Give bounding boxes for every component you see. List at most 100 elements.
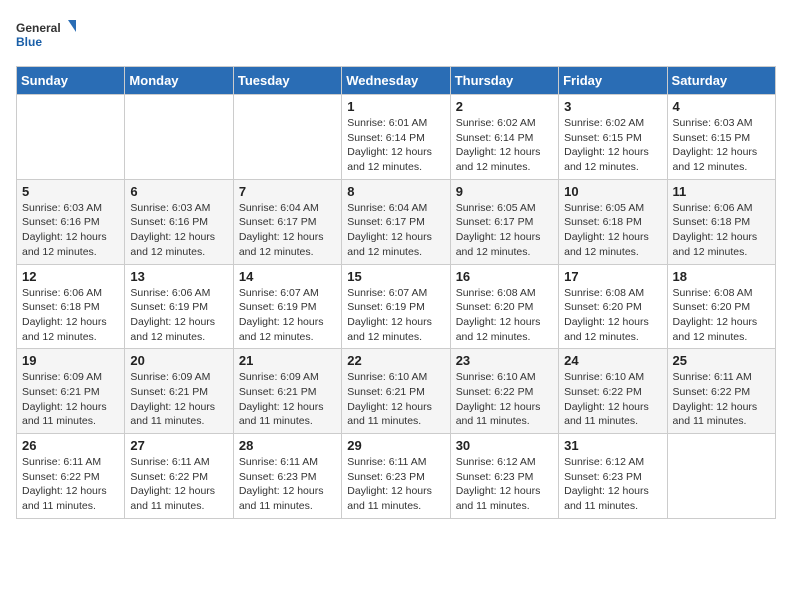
logo: General Blue (16, 16, 76, 56)
weekday-row: SundayMondayTuesdayWednesdayThursdayFrid… (17, 67, 776, 95)
page-header: General Blue (16, 16, 776, 56)
calendar-cell: 10Sunrise: 6:05 AMSunset: 6:18 PMDayligh… (559, 179, 667, 264)
calendar-cell: 31 Sunrise: 6:12 AMSunset: 6:23 PMDayligh… (559, 434, 667, 519)
calendar-cell: 1Sunrise: 6:01 AMSunset: 6:14 PMDaylight… (342, 95, 450, 180)
day-info: Sunrise: 6:08 AMSunset: 6:20 PMDaylight:… (673, 286, 770, 345)
calendar-cell: 3 Sunrise: 6:02 AMSunset: 6:15 PMDaylight… (559, 95, 667, 180)
calendar-cell: 24 Sunrise: 6:10 AMSunset: 6:22 PMDayligh… (559, 349, 667, 434)
day-info: Sunrise: 6:01 AMSunset: 6:14 PMDaylight:… (347, 116, 444, 175)
day-number: 23 (456, 353, 553, 368)
weekday-header-tuesday: Tuesday (233, 67, 341, 95)
day-info: Sunrise: 6:05 AMSunset: 6:17 PMDaylight:… (456, 201, 553, 260)
calendar-cell: 6Sunrise: 6:03 AMSunset: 6:16 PMDaylight… (125, 179, 233, 264)
day-number: 19 (22, 353, 119, 368)
day-number: 14 (239, 269, 336, 284)
calendar-cell: 26 Sunrise: 6:11 AMSunset: 6:22 PMDayligh… (17, 434, 125, 519)
calendar-cell: 12 Sunrise: 6:06 AMSunset: 6:18 PMDayligh… (17, 264, 125, 349)
day-number: 8 (347, 184, 444, 199)
calendar-table: SundayMondayTuesdayWednesdayThursdayFrid… (16, 66, 776, 519)
day-number: 20 (130, 353, 227, 368)
day-info: Sunrise: 6:12 AMSunset: 6:23 PMDaylight:… (564, 455, 661, 514)
week-row-4: 19 Sunrise: 6:09 AMSunset: 6:21 PMDayligh… (17, 349, 776, 434)
day-number: 2 (456, 99, 553, 114)
day-info: Sunrise: 6:04 AMSunset: 6:17 PMDaylight:… (347, 201, 444, 260)
calendar-cell (125, 95, 233, 180)
day-number: 30 (456, 438, 553, 453)
calendar-cell: 4Sunrise: 6:03 AMSunset: 6:15 PMDaylight… (667, 95, 775, 180)
day-number: 12 (22, 269, 119, 284)
calendar-cell: 2 Sunrise: 6:02 AMSunset: 6:14 PMDaylight… (450, 95, 558, 180)
day-number: 11 (673, 184, 770, 199)
day-info: Sunrise: 6:10 AMSunset: 6:22 PMDaylight:… (456, 370, 553, 429)
day-info: Sunrise: 6:11 AMSunset: 6:22 PMDaylight:… (673, 370, 770, 429)
day-number: 28 (239, 438, 336, 453)
weekday-header-thursday: Thursday (450, 67, 558, 95)
calendar-cell (667, 434, 775, 519)
day-number: 17 (564, 269, 661, 284)
day-number: 3 (564, 99, 661, 114)
calendar-cell: 14 Sunrise: 6:07 AMSunset: 6:19 PMDayligh… (233, 264, 341, 349)
day-info: Sunrise: 6:10 AMSunset: 6:21 PMDaylight:… (347, 370, 444, 429)
day-number: 15 (347, 269, 444, 284)
day-number: 24 (564, 353, 661, 368)
calendar-body: 1Sunrise: 6:01 AMSunset: 6:14 PMDaylight… (17, 95, 776, 519)
svg-text:Blue: Blue (16, 35, 42, 49)
weekday-header-friday: Friday (559, 67, 667, 95)
day-number: 22 (347, 353, 444, 368)
day-info: Sunrise: 6:02 AMSunset: 6:14 PMDaylight:… (456, 116, 553, 175)
day-info: Sunrise: 6:02 AMSunset: 6:15 PMDaylight:… (564, 116, 661, 175)
day-number: 7 (239, 184, 336, 199)
weekday-header-saturday: Saturday (667, 67, 775, 95)
calendar-cell: 23 Sunrise: 6:10 AMSunset: 6:22 PMDayligh… (450, 349, 558, 434)
calendar-cell: 9 Sunrise: 6:05 AMSunset: 6:17 PMDaylight… (450, 179, 558, 264)
calendar-cell: 7 Sunrise: 6:04 AMSunset: 6:17 PMDaylight… (233, 179, 341, 264)
day-number: 9 (456, 184, 553, 199)
calendar-cell: 11Sunrise: 6:06 AMSunset: 6:18 PMDayligh… (667, 179, 775, 264)
day-info: Sunrise: 6:10 AMSunset: 6:22 PMDaylight:… (564, 370, 661, 429)
calendar-cell: 28 Sunrise: 6:11 AMSunset: 6:23 PMDayligh… (233, 434, 341, 519)
day-info: Sunrise: 6:07 AMSunset: 6:19 PMDaylight:… (239, 286, 336, 345)
calendar-cell: 13Sunrise: 6:06 AMSunset: 6:19 PMDayligh… (125, 264, 233, 349)
calendar-cell: 19 Sunrise: 6:09 AMSunset: 6:21 PMDayligh… (17, 349, 125, 434)
calendar-cell: 27Sunrise: 6:11 AMSunset: 6:22 PMDayligh… (125, 434, 233, 519)
calendar-cell: 15 Sunrise: 6:07 AMSunset: 6:19 PMDayligh… (342, 264, 450, 349)
calendar-cell: 8 Sunrise: 6:04 AMSunset: 6:17 PMDaylight… (342, 179, 450, 264)
day-number: 16 (456, 269, 553, 284)
calendar-header: SundayMondayTuesdayWednesdayThursdayFrid… (17, 67, 776, 95)
day-info: Sunrise: 6:09 AMSunset: 6:21 PMDaylight:… (239, 370, 336, 429)
day-info: Sunrise: 6:11 AMSunset: 6:22 PMDaylight:… (22, 455, 119, 514)
day-info: Sunrise: 6:03 AMSunset: 6:16 PMDaylight:… (130, 201, 227, 260)
calendar-cell: 25Sunrise: 6:11 AMSunset: 6:22 PMDayligh… (667, 349, 775, 434)
day-info: Sunrise: 6:11 AMSunset: 6:22 PMDaylight:… (130, 455, 227, 514)
weekday-header-wednesday: Wednesday (342, 67, 450, 95)
day-info: Sunrise: 6:11 AMSunset: 6:23 PMDaylight:… (347, 455, 444, 514)
calendar-cell: 17Sunrise: 6:08 AMSunset: 6:20 PMDayligh… (559, 264, 667, 349)
calendar-cell: 22 Sunrise: 6:10 AMSunset: 6:21 PMDayligh… (342, 349, 450, 434)
week-row-5: 26 Sunrise: 6:11 AMSunset: 6:22 PMDayligh… (17, 434, 776, 519)
day-number: 21 (239, 353, 336, 368)
day-info: Sunrise: 6:06 AMSunset: 6:19 PMDaylight:… (130, 286, 227, 345)
svg-text:General: General (16, 21, 61, 35)
day-info: Sunrise: 6:11 AMSunset: 6:23 PMDaylight:… (239, 455, 336, 514)
calendar-cell: 29Sunrise: 6:11 AMSunset: 6:23 PMDayligh… (342, 434, 450, 519)
week-row-3: 12 Sunrise: 6:06 AMSunset: 6:18 PMDayligh… (17, 264, 776, 349)
day-number: 26 (22, 438, 119, 453)
weekday-header-monday: Monday (125, 67, 233, 95)
day-info: Sunrise: 6:04 AMSunset: 6:17 PMDaylight:… (239, 201, 336, 260)
day-info: Sunrise: 6:03 AMSunset: 6:15 PMDaylight:… (673, 116, 770, 175)
day-number: 5 (22, 184, 119, 199)
calendar-cell: 18 Sunrise: 6:08 AMSunset: 6:20 PMDayligh… (667, 264, 775, 349)
week-row-1: 1Sunrise: 6:01 AMSunset: 6:14 PMDaylight… (17, 95, 776, 180)
day-info: Sunrise: 6:12 AMSunset: 6:23 PMDaylight:… (456, 455, 553, 514)
day-number: 31 (564, 438, 661, 453)
weekday-header-sunday: Sunday (17, 67, 125, 95)
day-info: Sunrise: 6:07 AMSunset: 6:19 PMDaylight:… (347, 286, 444, 345)
calendar-cell: 16 Sunrise: 6:08 AMSunset: 6:20 PMDayligh… (450, 264, 558, 349)
day-info: Sunrise: 6:08 AMSunset: 6:20 PMDaylight:… (456, 286, 553, 345)
logo-svg: General Blue (16, 16, 76, 56)
day-info: Sunrise: 6:06 AMSunset: 6:18 PMDaylight:… (22, 286, 119, 345)
calendar-cell: 5 Sunrise: 6:03 AMSunset: 6:16 PMDaylight… (17, 179, 125, 264)
day-info: Sunrise: 6:03 AMSunset: 6:16 PMDaylight:… (22, 201, 119, 260)
day-number: 18 (673, 269, 770, 284)
day-info: Sunrise: 6:09 AMSunset: 6:21 PMDaylight:… (22, 370, 119, 429)
